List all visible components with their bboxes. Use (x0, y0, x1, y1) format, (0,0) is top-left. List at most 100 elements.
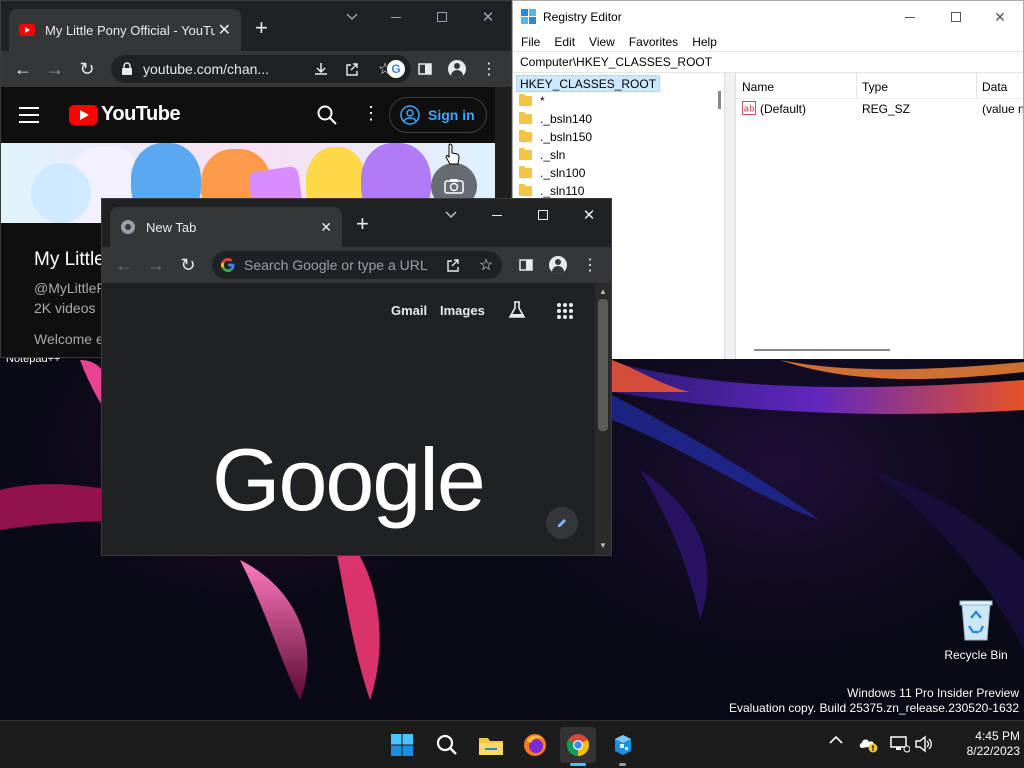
profile-icon[interactable] (443, 55, 471, 83)
newtab-minimize-button[interactable] (474, 199, 520, 231)
menu-file[interactable]: File (521, 35, 540, 49)
onedrive-warning-icon[interactable] (858, 735, 880, 753)
search-icon[interactable] (317, 105, 337, 125)
close-window-button[interactable]: ✕ (465, 1, 511, 33)
tree-item[interactable]: ._bsln150 (519, 128, 592, 146)
hamburger-menu-icon[interactable] (19, 107, 39, 123)
values-scrollbar-thumb[interactable] (754, 349, 890, 351)
bookmark-star-icon[interactable]: ☆ (371, 55, 399, 83)
gmail-link[interactable]: Gmail (391, 303, 427, 318)
minimize-button[interactable] (373, 1, 419, 33)
column-divider[interactable] (856, 73, 857, 99)
new-tab-plus-button[interactable]: + (356, 211, 369, 237)
newtab-tab[interactable]: New Tab ✕ (110, 207, 342, 247)
start-icon[interactable] (384, 727, 420, 763)
install-icon[interactable] (307, 55, 335, 83)
string-value-icon: ab (742, 101, 756, 115)
file-explorer-icon[interactable] (473, 727, 509, 763)
column-divider[interactable] (976, 73, 977, 99)
registry-address-bar[interactable]: Computer\HKEY_CLASSES_ROOT (513, 51, 1023, 73)
volume-icon[interactable] (914, 735, 934, 753)
recycle-bin[interactable]: Recycle Bin (940, 596, 1012, 662)
newtab-maximize-button[interactable] (520, 199, 566, 231)
newtab-close-button[interactable]: ✕ (566, 199, 611, 231)
newtab-share-icon[interactable] (440, 251, 468, 279)
sign-in-button[interactable]: Sign in (389, 97, 487, 133)
folder-icon (519, 166, 532, 178)
search-icon[interactable] (429, 727, 465, 763)
menu-favorites[interactable]: Favorites (629, 35, 678, 49)
chrome-menu-icon[interactable]: ⋮ (475, 55, 503, 83)
images-link[interactable]: Images (440, 303, 485, 318)
new-tab-button[interactable]: + (255, 15, 268, 41)
newtab-bookmark-icon[interactable]: ☆ (472, 251, 500, 279)
tree-scrollbar-thumb[interactable] (718, 91, 721, 109)
labs-flask-icon[interactable] (507, 300, 527, 320)
registry-address-text: Computer\HKEY_CLASSES_ROOT (520, 55, 713, 69)
taskbar: 4:45 PM 8/22/2023 (0, 720, 1024, 768)
folder-icon (519, 94, 532, 106)
customize-chrome-pencil-icon[interactable] (546, 507, 578, 539)
youtube-tab-title: My Little Pony Official - YouTub (45, 22, 215, 38)
value-row[interactable]: ab (Default) REG_SZ (value n (736, 100, 1023, 118)
tree-item[interactable]: ._bsln140 (519, 110, 592, 128)
youtube-settings-icon[interactable]: ⋮ (362, 103, 380, 124)
column-type[interactable]: Type (862, 80, 888, 94)
menu-edit[interactable]: Edit (554, 35, 575, 49)
newtab-profile-icon[interactable] (544, 251, 572, 279)
newtab-menu-icon[interactable]: ⋮ (576, 251, 604, 279)
pane-splitter[interactable] (725, 73, 735, 359)
forward-arrow-icon[interactable]: → (41, 55, 69, 83)
close-tab-icon[interactable]: ✕ (218, 20, 231, 40)
maximize-button[interactable] (419, 1, 465, 33)
recycle-bin-icon (959, 600, 993, 641)
lock-icon (122, 62, 132, 75)
tab-search-icon[interactable] (428, 199, 474, 231)
sign-in-label: Sign in (428, 107, 475, 123)
newtab-scrollbar[interactable]: ▲ ▼ (595, 283, 611, 555)
newtab-toolbar: ← → ↻ Search Google or type a URL ☆ ⋮ (102, 247, 611, 283)
column-data[interactable]: Data (982, 80, 1007, 94)
google-apps-grid-icon[interactable] (556, 302, 574, 320)
column-name[interactable]: Name (742, 80, 774, 94)
show-hidden-icons-chevron-icon[interactable] (829, 735, 843, 745)
registry-app-icon (521, 9, 536, 24)
share-icon[interactable] (339, 55, 367, 83)
registry-maximize-button[interactable] (933, 1, 979, 33)
channel-description[interactable]: Welcome e (34, 331, 104, 347)
registry-values-pane: Name Type Data ab (Default) REG_SZ (valu… (735, 73, 1023, 359)
tree-item[interactable]: ._sln100 (519, 164, 585, 182)
clock-time: 4:45 PM (975, 729, 1020, 743)
youtube-address-text: youtube.com/chan... (143, 61, 270, 77)
registry-close-button[interactable]: ✕ (977, 1, 1023, 33)
newtab-forward-icon[interactable]: → (142, 251, 170, 279)
youtube-tab[interactable]: My Little Pony Official - YouTub ✕ (9, 9, 241, 51)
network-icon[interactable] (890, 735, 910, 753)
newtab-scrollbar-thumb[interactable] (598, 299, 608, 431)
registry-minimize-button[interactable] (887, 1, 933, 33)
registry-title: Registry Editor (543, 10, 622, 24)
chrome-icon[interactable] (560, 727, 596, 766)
menu-view[interactable]: View (589, 35, 615, 49)
windows-watermark-edition: Windows 11 Pro Insider Preview (847, 686, 1019, 700)
registry-editor-icon[interactable] (605, 727, 641, 766)
close-newtab-icon[interactable]: ✕ (320, 219, 332, 236)
newtab-reload-icon[interactable]: ↻ (174, 251, 202, 279)
youtube-logo[interactable]: YouTube (69, 103, 181, 126)
menu-help[interactable]: Help (692, 35, 717, 49)
newtab-side-panel-icon[interactable] (512, 251, 540, 279)
firefox-icon[interactable] (517, 727, 553, 763)
reload-icon[interactable]: ↻ (73, 55, 101, 83)
clock[interactable]: 4:45 PM 8/22/2023 (940, 729, 1020, 759)
newtab-tab-title: New Tab (146, 219, 197, 235)
back-arrow-icon[interactable]: ← (9, 55, 37, 83)
tree-root-hkcr[interactable]: HKEY_CLASSES_ROOT (516, 75, 661, 92)
newtab-back-icon[interactable]: ← (110, 251, 138, 279)
tree-item[interactable]: * (519, 92, 545, 110)
newtab-page: Gmail Images Google (102, 283, 595, 555)
side-panel-icon[interactable] (411, 55, 439, 83)
youtube-title-bar: My Little Pony Official - YouTub ✕ + ✕ (1, 1, 511, 51)
tab-search-chevron-icon[interactable] (329, 1, 375, 33)
tree-item[interactable]: ._sln (519, 146, 565, 164)
folder-icon (519, 148, 532, 160)
